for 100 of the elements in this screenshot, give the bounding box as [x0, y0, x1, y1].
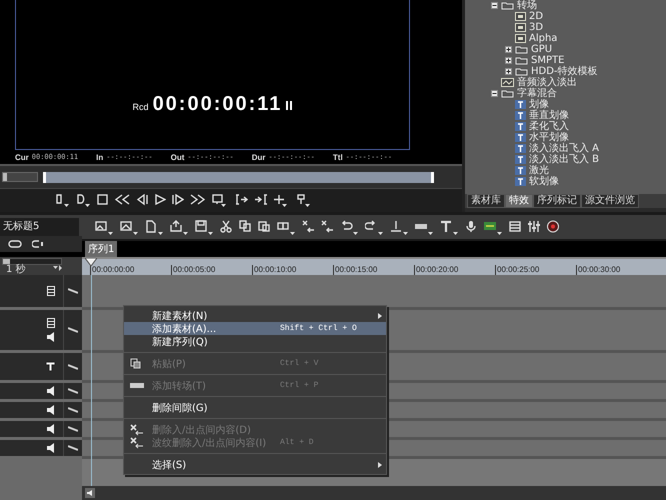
monitor-icon[interactable]: [212, 194, 229, 207]
sequence-tab[interactable]: 序列1: [85, 241, 118, 257]
delete-icon: [130, 424, 144, 436]
delete-icon: [130, 436, 144, 448]
mark-out-icon[interactable]: [76, 194, 91, 207]
link-icon[interactable]: [32, 240, 44, 248]
tree-item[interactable]: 转场: [517, 0, 537, 11]
title-icon: [515, 144, 526, 153]
panel-tab[interactable]: 源文件浏览: [581, 194, 639, 208]
expand-icon[interactable]: [505, 57, 512, 64]
tree-item[interactable]: SMPTE: [531, 55, 564, 66]
export-icon[interactable]: [170, 220, 189, 234]
tree-item[interactable]: 软划像: [529, 176, 559, 187]
copy-icon[interactable]: [239, 220, 252, 234]
title-icon: [515, 133, 526, 142]
panel-tab[interactable]: 序列标记: [533, 194, 581, 208]
menu-item[interactable]: 选择(S): [124, 458, 386, 471]
readout-label: Ttl: [332, 152, 343, 162]
recorder-label: Rcd: [132, 102, 149, 112]
collapse-icon[interactable]: [491, 90, 498, 97]
film-icon: [47, 318, 55, 328]
step-forward-icon[interactable]: [172, 194, 184, 207]
audio-fade-icon: [501, 78, 514, 87]
panel-tab[interactable]: 素材库: [467, 194, 505, 208]
table-icon[interactable]: [509, 220, 522, 234]
image-icon[interactable]: [95, 220, 114, 234]
menu-item[interactable]: 新建素材(N): [124, 309, 386, 322]
clip-icon[interactable]: [277, 220, 296, 234]
project-name-field[interactable]: 无标题5: [0, 218, 79, 236]
position-bar[interactable]: [43, 172, 434, 182]
tree-item[interactable]: 淡入淡出飞入 B: [529, 154, 600, 165]
readout-label: Out: [170, 152, 184, 162]
replace-icon[interactable]: [273, 194, 290, 207]
microphone-icon[interactable]: [465, 220, 478, 234]
title-icon: [515, 155, 526, 164]
mark-in-icon[interactable]: [55, 194, 70, 207]
tree-item[interactable]: 垂直划像: [529, 110, 569, 121]
menu-item[interactable]: 新建序列(Q): [124, 335, 386, 348]
tree-item[interactable]: 2D: [529, 11, 544, 22]
tree-item[interactable]: Alpha: [529, 33, 558, 44]
paste-icon[interactable]: [258, 220, 271, 234]
fast-forward-icon[interactable]: [190, 194, 206, 207]
folder-icon: [515, 67, 528, 76]
scissors-icon[interactable]: [220, 220, 233, 234]
title-icon: [515, 122, 526, 131]
mixer-icon[interactable]: [528, 220, 541, 234]
expand-icon[interactable]: [505, 68, 512, 75]
pause-icon: [286, 101, 292, 110]
undo-icon[interactable]: [340, 220, 359, 234]
redo-icon[interactable]: [365, 220, 384, 234]
readout-label: In: [96, 152, 104, 162]
transition-icon: [515, 23, 526, 32]
document-icon[interactable]: [145, 220, 164, 234]
stop-icon[interactable]: [97, 194, 108, 207]
image-icon[interactable]: [120, 220, 139, 234]
record-icon[interactable]: [547, 220, 560, 234]
zoom-slider[interactable]: [3, 259, 10, 264]
step-back-icon[interactable]: [136, 194, 148, 207]
collapse-icon[interactable]: [491, 2, 498, 9]
rewind-icon[interactable]: [114, 194, 130, 207]
delete-icon[interactable]: [302, 220, 315, 234]
play-icon[interactable]: [154, 194, 166, 207]
readout-label: Dur: [252, 152, 266, 162]
loop-icon[interactable]: [8, 240, 22, 248]
expand-icon[interactable]: [505, 46, 512, 53]
text-icon[interactable]: [440, 220, 459, 234]
transition-icon: [515, 34, 526, 43]
insert-icon[interactable]: [235, 194, 248, 207]
folder-icon: [515, 45, 528, 54]
title-icon: [515, 166, 526, 175]
delete-icon[interactable]: [321, 220, 334, 234]
split-icon[interactable]: [296, 194, 313, 207]
marker-icon[interactable]: [390, 220, 409, 234]
tree-item[interactable]: GPU: [531, 44, 552, 55]
save-icon[interactable]: [195, 220, 214, 234]
text-icon: [46, 362, 55, 371]
tree-item[interactable]: 淡入淡出飞入 A: [529, 143, 600, 154]
folder-icon: [515, 56, 528, 65]
tree-item[interactable]: 水平划像: [529, 132, 569, 143]
speaker-icon[interactable]: [85, 488, 95, 498]
folder-icon: [501, 89, 514, 98]
title-icon: [515, 100, 526, 109]
tree-item[interactable]: 柔化飞入: [529, 121, 569, 132]
shuttle-slider[interactable]: [3, 173, 8, 181]
tree-item[interactable]: 音频淡入淡出: [517, 77, 577, 88]
tree-item[interactable]: HDD-特效模板: [531, 66, 598, 77]
panel-tab[interactable]: 特效: [505, 194, 533, 208]
tree-item[interactable]: 字幕混合: [517, 88, 557, 99]
tree-item[interactable]: 划像: [529, 99, 549, 110]
title-icon: [515, 111, 526, 120]
overwrite-icon[interactable]: [254, 194, 267, 207]
tree-item[interactable]: 3D: [529, 22, 544, 33]
menu-item[interactable]: 删除间隙(G): [124, 401, 386, 414]
tree-item[interactable]: 激光: [529, 165, 549, 176]
title-icon: [515, 177, 526, 186]
film-icon: [47, 286, 55, 296]
timeline-ruler[interactable]: 00:00:00:00 00:00:05:00 00:00:10:00 00:00:15:00 00:00:20:00 00:00:25:00 00:00:30:00: [82, 257, 666, 275]
zoom-scale[interactable]: 1 秒: [6, 265, 26, 275]
menu-item[interactable]: 添加素材(A)... Shift + Ctrl + O: [124, 322, 386, 335]
readout-label: Cur: [15, 152, 29, 162]
